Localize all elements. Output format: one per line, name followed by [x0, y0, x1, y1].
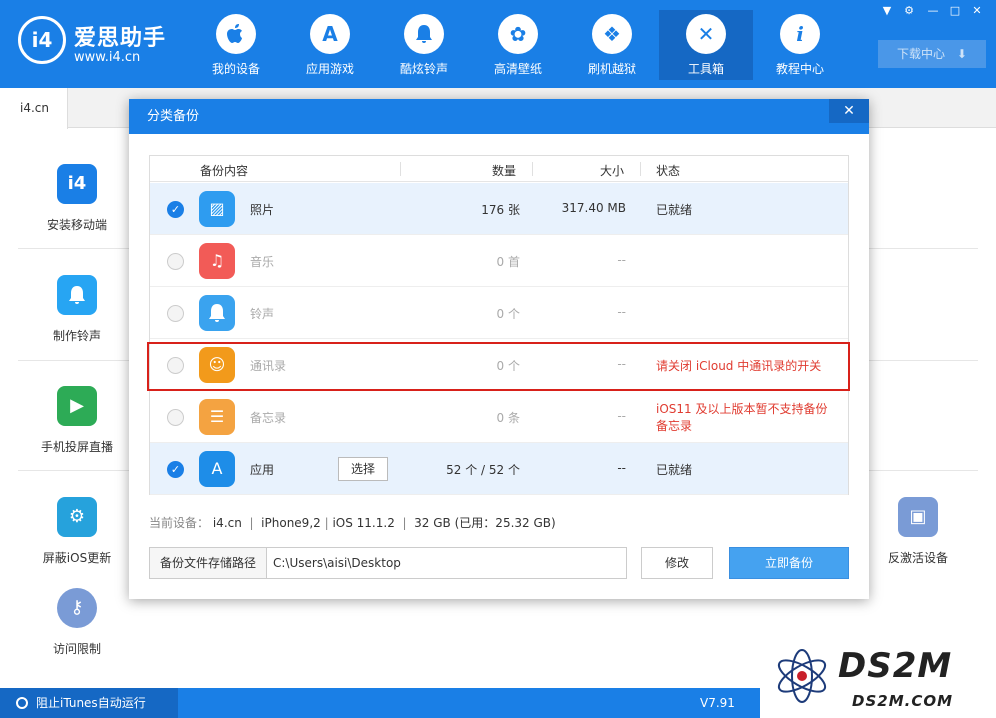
col-status: 状态 — [656, 164, 681, 178]
checkbox[interactable]: ✓ — [167, 461, 184, 478]
table-row[interactable]: ♫ 音乐 0 首 -- — [150, 235, 848, 287]
info-icon: i — [780, 14, 820, 54]
table-row[interactable]: ✓ ▨ 照片 176 张 317.40 MB 已就绪 — [150, 183, 848, 235]
watermark: DS2M DS2M.COM — [760, 640, 996, 718]
checkbox[interactable] — [167, 253, 184, 270]
notes-icon: ☰ — [199, 399, 235, 435]
atom-logo-icon — [777, 649, 827, 703]
block-itunes-toggle[interactable]: 阻止iTunes自动运行 — [0, 688, 178, 718]
key-icon: ⚷ — [57, 588, 97, 628]
nav-apps-games[interactable]: A 应用游戏 — [283, 10, 377, 80]
music-icon: ♫ — [199, 243, 235, 279]
brand-url: www.i4.cn — [74, 50, 141, 65]
apple-icon — [216, 14, 256, 54]
table-row[interactable]: ☰ 备忘录 0 条 -- iOS11 及以上版本暂不支持备份 备忘录 — [150, 391, 848, 443]
tool-block-ios-update[interactable]: ⚙ 屏蔽iOS更新 — [19, 497, 135, 566]
tool-make-ringtone[interactable]: 制作铃声 — [19, 275, 135, 344]
table-row[interactable]: ✓ A 应用 选择 52 个 / 52 个 -- 已就绪 — [150, 443, 848, 495]
bell-icon — [199, 295, 235, 331]
tool-deactivate-device[interactable]: ▣ 反激活设备 — [860, 497, 976, 566]
download-icon: ⬇ — [956, 47, 967, 61]
nav-toolbox[interactable]: ✕ 工具箱 — [659, 10, 753, 80]
tool-install-mobile[interactable]: i4 安装移动端 — [19, 164, 135, 233]
dropbox-icon: ❖ — [592, 14, 632, 54]
radio-icon — [16, 697, 28, 709]
nav-wallpapers[interactable]: ✿ 高清壁纸 — [471, 10, 565, 80]
bell-plus-icon — [57, 275, 97, 315]
table-header: 备份内容 数量 大小 状态 — [150, 156, 848, 182]
checkbox[interactable] — [167, 305, 184, 322]
checkbox[interactable] — [167, 409, 184, 426]
highlight-box — [147, 342, 850, 391]
dialog-title: 分类备份 — [129, 99, 869, 134]
choose-apps-button[interactable]: 选择 — [338, 457, 388, 481]
flower-icon: ✿ — [498, 14, 538, 54]
col-size: 大小 — [600, 164, 625, 178]
download-center-button[interactable]: 下载中心 ⬇ — [878, 40, 986, 68]
shirt-icon[interactable]: ▼ — [878, 4, 896, 18]
backup-path-field[interactable]: C:\Users\aisi\Desktop — [266, 547, 627, 579]
col-content: 备份内容 — [200, 164, 249, 178]
notes-status: iOS11 及以上版本暂不支持备份 备忘录 — [656, 402, 828, 433]
device-info: 当前设备： i4.cn | iPhone9,2 | iOS 11.1.2 | 3… — [149, 516, 556, 530]
nav-ringtones[interactable]: 酷炫铃声 — [377, 10, 471, 80]
gear-block-icon: ⚙ — [57, 497, 97, 537]
maximize-icon[interactable]: □ — [946, 4, 964, 18]
tablet-icon: ▣ — [898, 497, 938, 537]
backup-table: 备份内容 数量 大小 状态 ✓ ▨ 照片 176 张 317.40 MB 已就绪… — [149, 155, 849, 495]
photo-icon: ▨ — [199, 191, 235, 227]
nav-flash-jailbreak[interactable]: ❖ 刷机越狱 — [565, 10, 659, 80]
nav-my-device[interactable]: 我的设备 — [189, 10, 283, 80]
i4-logo: i4 — [18, 16, 66, 64]
nav-tutorials[interactable]: i 教程中心 — [753, 10, 847, 80]
col-qty: 数量 — [492, 164, 517, 178]
brand-name: 爱思助手 — [74, 26, 167, 51]
tab-i4cn[interactable]: i4.cn — [0, 88, 68, 129]
tool-access-restrictions[interactable]: ⚷ 访问限制 — [19, 588, 135, 657]
tool-screen-mirror[interactable]: ▶ 手机投屏直播 — [19, 386, 135, 455]
checkbox[interactable]: ✓ — [167, 201, 184, 218]
table-row[interactable]: 铃声 0 个 -- — [150, 287, 848, 339]
close-icon[interactable]: ✕ — [829, 99, 869, 123]
modify-button[interactable]: 修改 — [641, 547, 713, 579]
i4-app-icon: i4 — [57, 164, 97, 204]
screen-mirror-icon: ▶ — [57, 386, 97, 426]
backup-path-label: 备份文件存储路径 — [149, 547, 267, 579]
bell-icon — [404, 14, 444, 54]
watermark-text: DS2M — [838, 646, 953, 686]
close-icon[interactable]: ✕ — [968, 4, 986, 18]
backup-now-button[interactable]: 立即备份 — [729, 547, 849, 579]
version-label: V7.91 — [700, 696, 735, 710]
app-store-icon: A — [199, 451, 235, 487]
tools-icon: ✕ — [686, 14, 726, 54]
minimize-icon[interactable]: — — [924, 4, 942, 18]
top-bar: i4 爱思助手 www.i4.cn 我的设备 A 应用游戏 酷炫铃声 ✿ 高清壁… — [0, 0, 996, 88]
watermark-url: DS2M.COM — [852, 692, 954, 710]
gear-icon[interactable]: ⚙ — [900, 4, 918, 18]
app-store-icon: A — [310, 14, 350, 54]
